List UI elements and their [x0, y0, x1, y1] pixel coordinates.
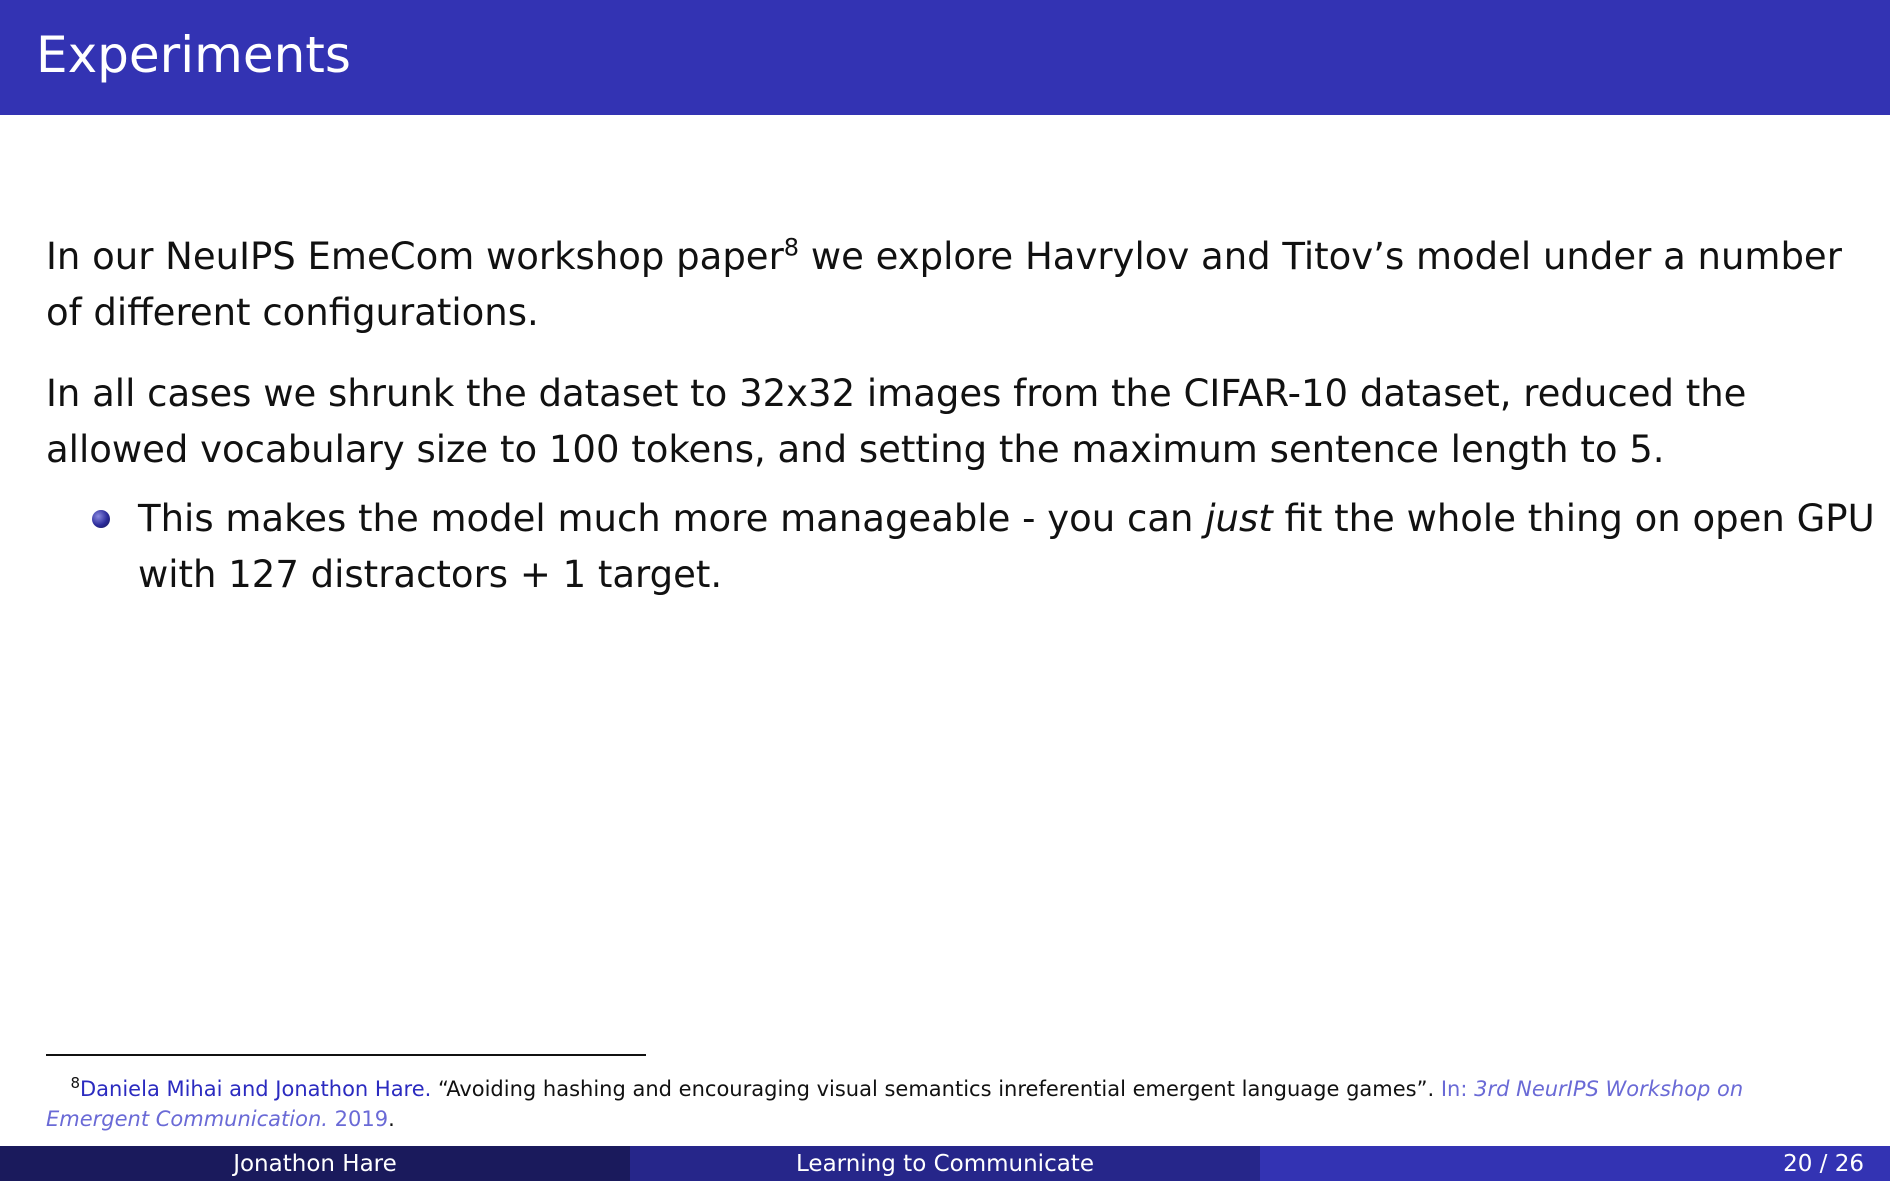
- paragraph-intro-text-start: In our NeuIPS EmeCom workshop paper: [46, 235, 784, 278]
- footnote-end: .: [388, 1107, 395, 1131]
- paragraph-setup: In all cases we shrunk the dataset to 32…: [46, 372, 1747, 471]
- title-bar: Experiments: [0, 0, 1890, 115]
- footer-bar: Jonathon Hare Learning to Communicate 20…: [0, 1146, 1890, 1181]
- footnote-ref-8[interactable]: 8: [784, 234, 799, 262]
- paragraph-intro: In our NeuIPS EmeCom workshop paper8 we …: [46, 229, 1846, 341]
- bullet-text: This makes the model much more manageabl…: [138, 491, 1878, 603]
- bullet-emphasis: just: [1205, 497, 1273, 540]
- footnote-in-label: In:: [1440, 1077, 1475, 1101]
- footer-talk-title: Learning to Communicate: [630, 1146, 1260, 1181]
- footnote-authors-link[interactable]: Daniela Mihai and Jonathon Hare.: [80, 1077, 431, 1101]
- footer-page-number: 20 / 26: [1260, 1146, 1890, 1181]
- footnote-title: “Avoiding hashing and encouraging visual…: [431, 1077, 1441, 1101]
- footnote-divider: [46, 1054, 646, 1056]
- footer-author: Jonathon Hare: [0, 1146, 630, 1181]
- ball-bullet-icon: [92, 510, 110, 528]
- bullet-text-start: This makes the model much more manageabl…: [138, 497, 1206, 540]
- footnote-year: 2019: [327, 1107, 389, 1131]
- slide-title: Experiments: [36, 26, 351, 84]
- footnote: 8Daniela Mihai and Jonathon Hare. “Avoid…: [46, 1074, 1744, 1132]
